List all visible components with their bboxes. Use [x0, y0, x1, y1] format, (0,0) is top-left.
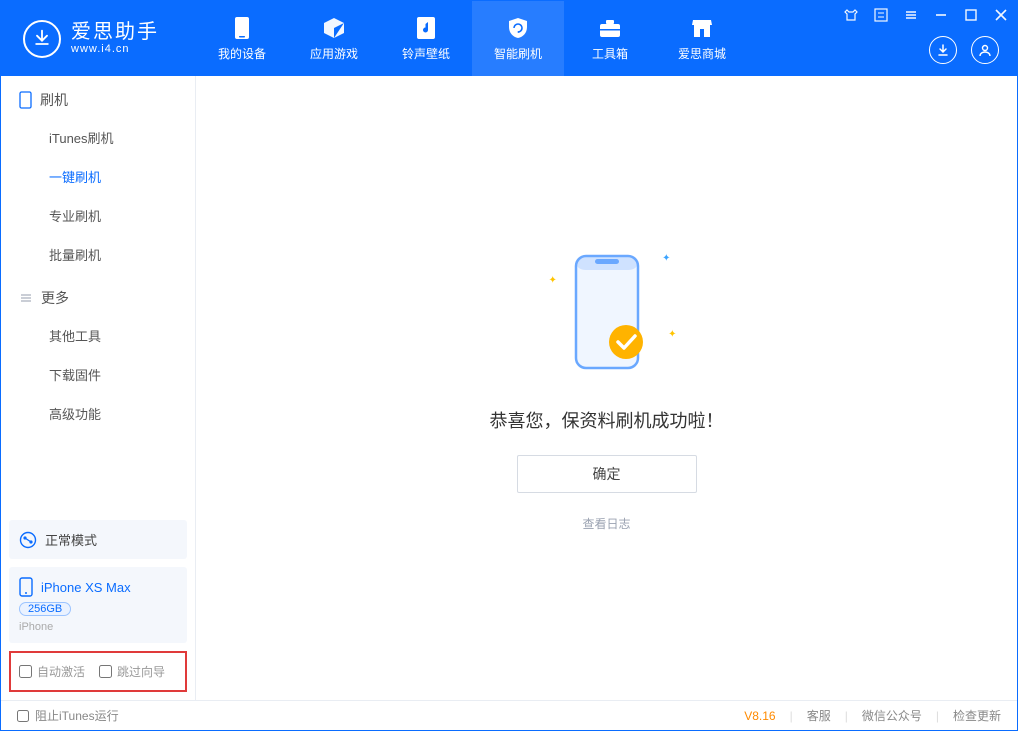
check-update-link[interactable]: 检查更新 — [953, 707, 1001, 724]
header-actions — [929, 36, 999, 64]
sidebar-item-advanced[interactable]: 高级功能 — [1, 394, 195, 433]
download-icon[interactable] — [929, 36, 957, 64]
shirt-icon[interactable] — [843, 7, 859, 23]
nav-toolbox[interactable]: 工具箱 — [564, 1, 656, 76]
shield-refresh-icon — [505, 15, 531, 41]
sidebar-item-other-tools[interactable]: 其他工具 — [1, 316, 195, 355]
sidebar: 刷机 iTunes刷机 一键刷机 专业刷机 批量刷机 更多 其他工具 下载固件 … — [1, 76, 196, 700]
nav-store[interactable]: 爱思商城 — [656, 1, 748, 76]
auto-activate-checkbox[interactable] — [19, 665, 32, 678]
nav-my-device[interactable]: 我的设备 — [196, 1, 288, 76]
skip-guide-checkbox[interactable] — [99, 665, 112, 678]
sidebar-group-label: 刷机 — [40, 90, 68, 110]
sidebar-item-pro-flash[interactable]: 专业刷机 — [1, 196, 195, 235]
nav-ringtone-wallpaper[interactable]: 铃声壁纸 — [380, 1, 472, 76]
block-itunes-checkbox[interactable] — [17, 710, 29, 722]
nav-label: 应用游戏 — [310, 45, 358, 62]
logo-area: 爱思助手 www.i4.cn — [1, 1, 196, 76]
app-subtitle: www.i4.cn — [71, 43, 159, 55]
option-skip-guide[interactable]: 跳过向导 — [99, 663, 165, 680]
minimize-icon[interactable] — [933, 7, 949, 23]
titlebar: 爱思助手 www.i4.cn 我的设备 应用游戏 铃声壁纸 智能刷机 工具箱 爱… — [1, 1, 1017, 76]
device-type: iPhone — [19, 621, 177, 633]
view-log-link[interactable]: 查看日志 — [582, 515, 630, 532]
nav-apps-games[interactable]: 应用游戏 — [288, 1, 380, 76]
sidebar-group-label: 更多 — [41, 288, 69, 308]
nav-label: 智能刷机 — [494, 45, 542, 62]
app-title: 爱思助手 — [71, 21, 159, 43]
cube-icon — [321, 15, 347, 41]
list-icon[interactable] — [873, 7, 889, 23]
sidebar-item-itunes-flash[interactable]: iTunes刷机 — [1, 118, 195, 157]
flash-options-box: 自动激活 跳过向导 — [9, 651, 187, 692]
main-content: ✦ ✦ ✦ 恭喜您，保资料刷机成功啦！ 确定 查看日志 — [196, 76, 1017, 700]
sidebar-item-download-firmware[interactable]: 下载固件 — [1, 355, 195, 394]
main-nav: 我的设备 应用游戏 铃声壁纸 智能刷机 工具箱 爱思商城 — [196, 1, 748, 76]
version-label: V8.16 — [744, 709, 775, 723]
device-mode-label: 正常模式 — [45, 530, 97, 549]
logo-icon — [23, 20, 61, 58]
support-link[interactable]: 客服 — [807, 707, 831, 724]
success-illustration: ✦ ✦ ✦ — [547, 245, 667, 385]
block-itunes-label: 阻止iTunes运行 — [35, 707, 119, 724]
menu-icon[interactable] — [903, 7, 919, 23]
sidebar-item-batch-flash[interactable]: 批量刷机 — [1, 235, 195, 274]
store-icon — [689, 15, 715, 41]
more-icon — [19, 291, 33, 305]
nav-label: 爱思商城 — [678, 45, 726, 62]
device-info-box[interactable]: iPhone XS Max 256GB iPhone — [9, 567, 187, 643]
option-auto-activate[interactable]: 自动激活 — [19, 663, 85, 680]
toolbox-icon — [597, 15, 623, 41]
window-controls — [843, 7, 1009, 23]
nav-label: 铃声壁纸 — [402, 45, 450, 62]
option-label: 跳过向导 — [117, 663, 165, 680]
wechat-link[interactable]: 微信公众号 — [862, 707, 922, 724]
sidebar-group-flash: 刷机 — [1, 76, 195, 118]
sidebar-group-more: 更多 — [1, 274, 195, 316]
block-itunes-option[interactable]: 阻止iTunes运行 — [17, 707, 119, 724]
nav-label: 工具箱 — [592, 45, 628, 62]
phone-outline-icon — [19, 91, 32, 109]
user-icon[interactable] — [971, 36, 999, 64]
nav-smart-flash[interactable]: 智能刷机 — [472, 1, 564, 76]
option-label: 自动激活 — [37, 663, 85, 680]
device-mode-box[interactable]: 正常模式 — [9, 520, 187, 559]
device-capacity: 256GB — [19, 602, 71, 616]
sidebar-item-oneclick-flash[interactable]: 一键刷机 — [1, 157, 195, 196]
maximize-icon[interactable] — [963, 7, 979, 23]
sparkle-icon: ✦ — [668, 329, 676, 340]
nav-label: 我的设备 — [218, 45, 266, 62]
ok-button[interactable]: 确定 — [517, 455, 697, 493]
sparkle-icon: ✦ — [662, 253, 670, 264]
phone-icon — [229, 15, 255, 41]
sparkle-icon: ✦ — [549, 275, 557, 286]
music-note-icon — [413, 15, 439, 41]
success-message: 恭喜您，保资料刷机成功啦！ — [490, 407, 724, 433]
statusbar: 阻止iTunes运行 V8.16 | 客服 | 微信公众号 | 检查更新 — [1, 700, 1017, 730]
device-icon — [19, 577, 33, 597]
device-name: iPhone XS Max — [41, 580, 131, 595]
close-icon[interactable] — [993, 7, 1009, 23]
mode-icon — [19, 531, 37, 549]
